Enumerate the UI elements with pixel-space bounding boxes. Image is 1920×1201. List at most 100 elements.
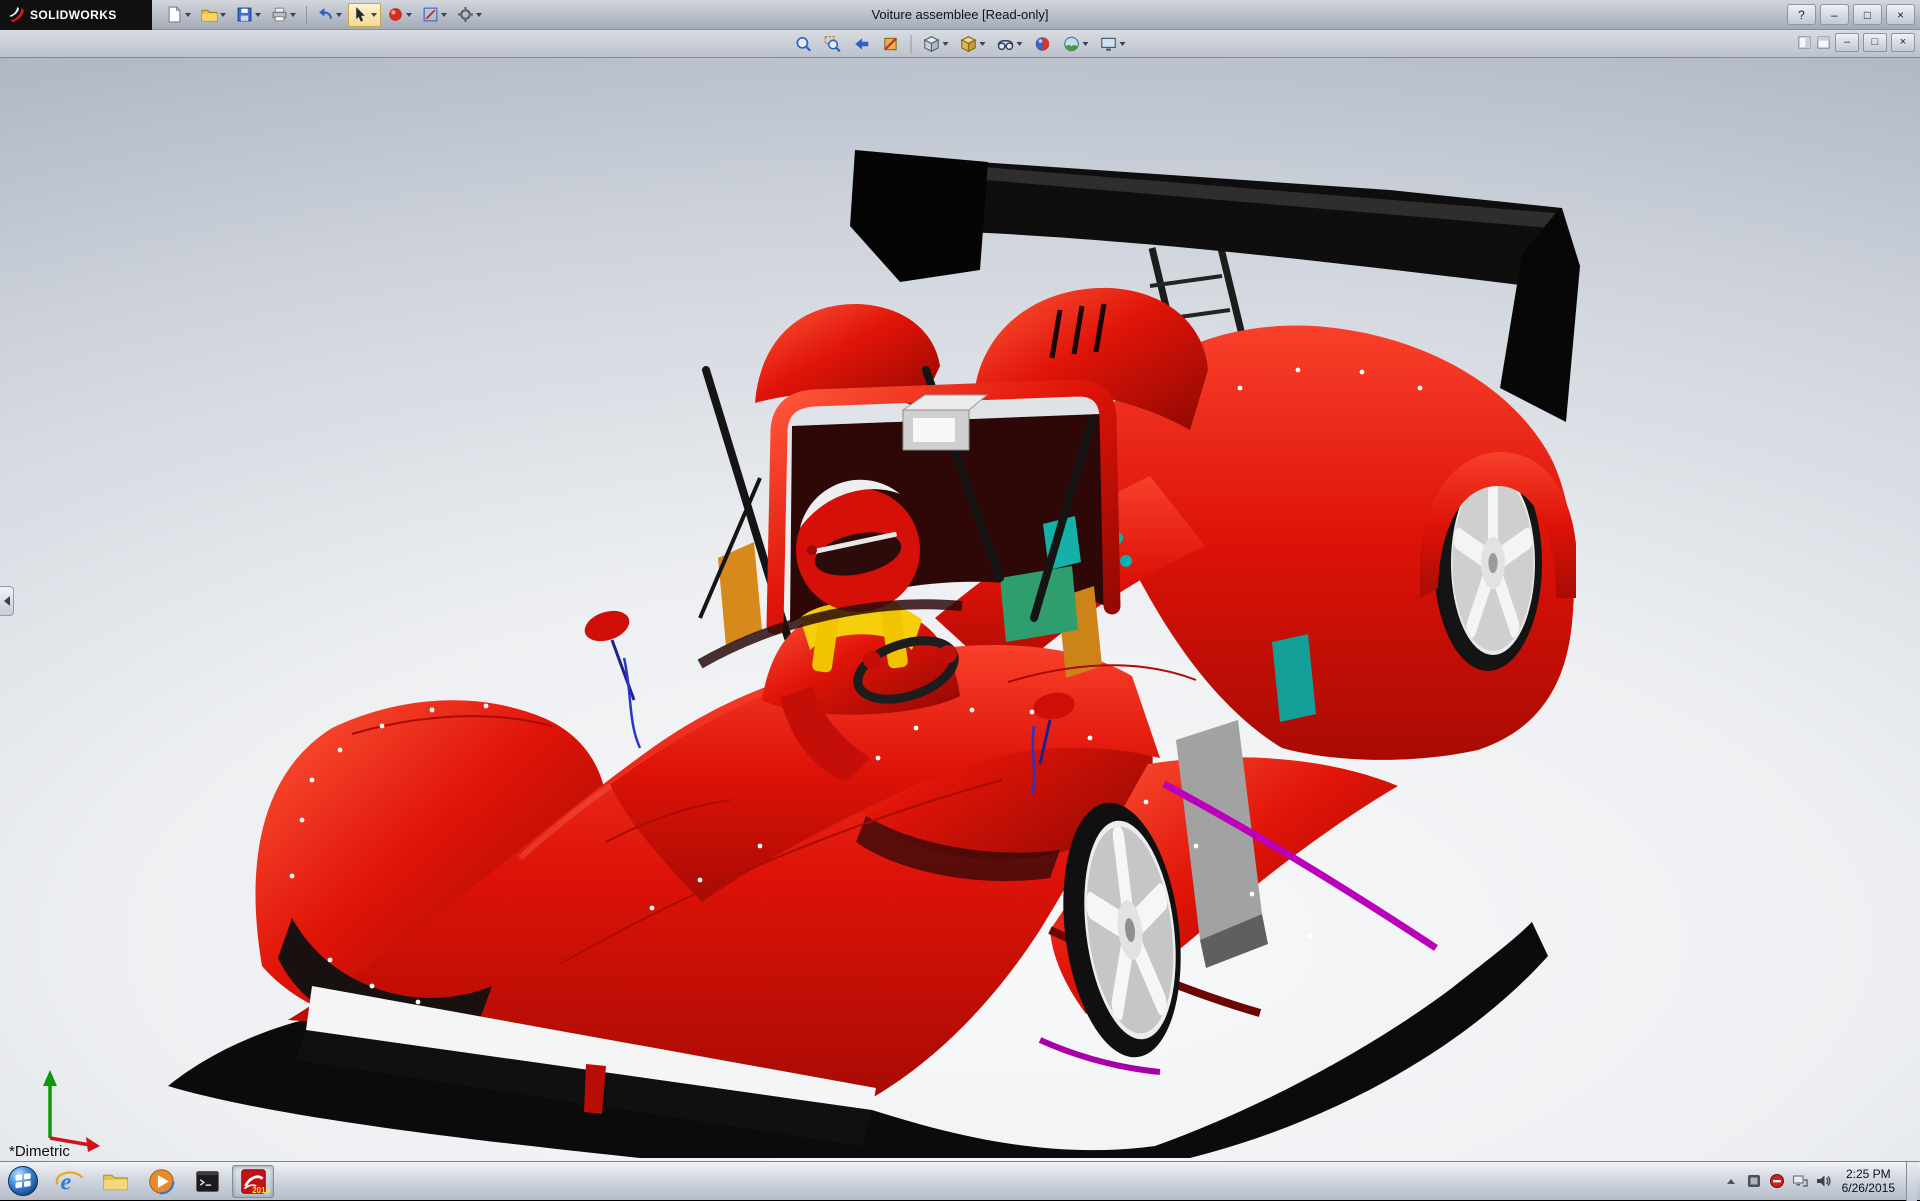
new-document-icon (166, 6, 183, 23)
graphics-area[interactable]: *Dimetric (0, 58, 1920, 1161)
document-restore-button[interactable]: □ (1863, 33, 1887, 52)
print-icon (271, 6, 288, 23)
start-button[interactable] (2, 1165, 44, 1198)
dropdown-caret-icon (1120, 42, 1126, 46)
flyout-arrow-icon (4, 596, 10, 606)
dropdown-caret-icon (980, 42, 986, 46)
print-button[interactable] (267, 3, 300, 27)
task-pane-icon[interactable] (1797, 35, 1812, 50)
scene-sphere-icon (1063, 35, 1081, 53)
tray-app-icon-red[interactable] (1769, 1173, 1785, 1189)
window-controls: ? – □ × (1787, 4, 1915, 25)
section-view-button[interactable] (878, 32, 904, 55)
dropdown-caret-icon (943, 42, 949, 46)
save-button[interactable] (232, 3, 265, 27)
heads-up-toolbar-row: – □ × (0, 30, 1920, 58)
dropdown-caret-icon (1017, 42, 1023, 46)
appearance-sphere-icon (1034, 35, 1052, 53)
options-button[interactable] (453, 3, 486, 27)
section-view-icon (882, 35, 900, 53)
maximize-button[interactable]: □ (1853, 4, 1882, 25)
internet-explorer-icon: e (55, 1167, 84, 1196)
command-window-icon (193, 1167, 222, 1196)
tray-date: 6/26/2015 (1842, 1181, 1895, 1195)
glasses-icon (997, 35, 1015, 53)
dropdown-caret-icon (1083, 42, 1089, 46)
sketch-button[interactable] (418, 3, 451, 27)
open-button[interactable] (197, 3, 230, 27)
titlebar[interactable]: SOLIDWORKS (0, 0, 1920, 30)
volume-icon[interactable] (1815, 1173, 1831, 1189)
network-icon[interactable] (1792, 1173, 1808, 1189)
tray-clock[interactable]: 2:25 PM 6/26/2015 (1838, 1167, 1899, 1195)
dropdown-caret-icon (406, 13, 412, 17)
media-player-icon (147, 1167, 176, 1196)
sketch-grid-icon (422, 6, 439, 23)
solidworks-logo: SOLIDWORKS (0, 0, 152, 30)
reference-triad (43, 1070, 100, 1152)
system-tray: 2:25 PM 6/26/2015 (1723, 1162, 1920, 1200)
view-orientation-label: *Dimetric (9, 1143, 70, 1160)
open-folder-icon (201, 6, 218, 23)
save-icon (236, 6, 253, 23)
zoom-to-fit-icon (795, 35, 813, 53)
previous-view-button[interactable] (849, 32, 875, 55)
dropdown-caret-icon (371, 13, 377, 17)
minimize-button[interactable]: – (1820, 4, 1849, 25)
undo-button[interactable] (313, 3, 346, 27)
document-window-controls: – □ × (1797, 33, 1915, 52)
undo-icon (317, 6, 334, 23)
show-desktop-button[interactable] (1906, 1162, 1917, 1201)
windows-explorer-button[interactable] (94, 1165, 136, 1198)
toolbar-separator (911, 35, 912, 53)
featuremanager-flyout-toggle[interactable] (0, 586, 14, 616)
display-style-icon (960, 35, 978, 53)
view-orientation-button[interactable] (919, 32, 953, 55)
previous-view-icon (853, 35, 871, 53)
solidworks-logo-icon (8, 6, 25, 23)
dropdown-caret-icon (441, 13, 447, 17)
zoom-to-area-button[interactable] (820, 32, 846, 55)
gear-icon (457, 6, 474, 23)
select-button[interactable] (348, 3, 381, 27)
dropdown-caret-icon (336, 13, 342, 17)
document-minimize-button[interactable]: – (1835, 33, 1859, 52)
toolbar-separator (306, 6, 307, 24)
internet-explorer-button[interactable]: e (48, 1165, 90, 1198)
show-hidden-icons-button[interactable] (1723, 1173, 1739, 1189)
edit-appearance-button[interactable] (1030, 32, 1056, 55)
help-button[interactable]: ? (1787, 4, 1816, 25)
tray-app-icon-dark[interactable] (1746, 1173, 1762, 1189)
dropdown-caret-icon (255, 13, 261, 17)
solidworks-taskbar-button[interactable]: 2015 (232, 1165, 274, 1198)
apply-scene-button[interactable] (1059, 32, 1093, 55)
dropdown-caret-icon (185, 13, 191, 17)
appearance-ball-icon (387, 6, 404, 23)
view-settings-button[interactable] (1096, 32, 1130, 55)
hide-show-items-button[interactable] (993, 32, 1027, 55)
dropdown-caret-icon (290, 13, 296, 17)
monitor-icon (1100, 35, 1118, 53)
solidworks-window: SOLIDWORKS (0, 0, 1920, 1200)
tray-time: 2:25 PM (1842, 1167, 1895, 1181)
model-viewport-render[interactable] (0, 58, 1920, 1161)
media-player-button[interactable] (140, 1165, 182, 1198)
edit-color-button[interactable] (383, 3, 416, 27)
display-style-button[interactable] (956, 32, 990, 55)
zoom-to-fit-button[interactable] (791, 32, 817, 55)
close-button[interactable]: × (1886, 4, 1915, 25)
heads-up-toolbar (791, 30, 1130, 57)
dropdown-caret-icon (220, 13, 226, 17)
windows-orb-icon (7, 1165, 39, 1197)
task-pane-icon[interactable] (1816, 35, 1831, 50)
zoom-to-area-icon (824, 35, 842, 53)
window-title: Voiture assemblee [Read-only] (871, 7, 1048, 22)
command-window-button[interactable] (186, 1165, 228, 1198)
folder-icon (101, 1167, 130, 1196)
main-toolbar (162, 3, 486, 27)
brand-text: SOLIDWORKS (30, 8, 117, 22)
dropdown-caret-icon (476, 13, 482, 17)
document-close-button[interactable]: × (1891, 33, 1915, 52)
new-document-button[interactable] (162, 3, 195, 27)
taskbar: e (0, 1161, 1920, 1200)
